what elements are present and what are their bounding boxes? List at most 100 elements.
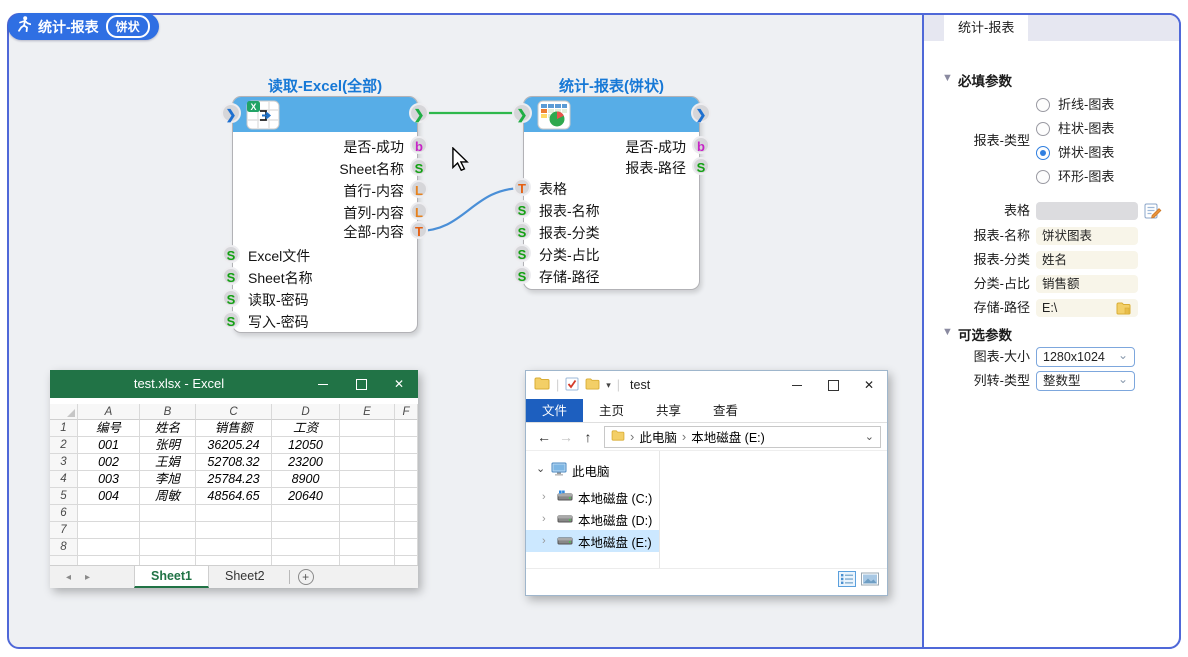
cell[interactable]: 周敏 [140,488,196,505]
cell[interactable] [340,420,395,437]
add-sheet-icon[interactable] [298,569,314,585]
properties-check-icon[interactable] [565,377,579,394]
tab-view[interactable]: 查看 [697,399,754,422]
cell[interactable]: 36205.24 [196,437,272,454]
chevron-right-icon[interactable] [542,535,552,547]
chevron-right-icon[interactable] [542,491,552,503]
address-dropdown-icon[interactable] [865,430,874,443]
row-number[interactable]: 5 [50,488,78,505]
address-box[interactable]: 此电脑 本地磁盘 (E:) [604,426,881,448]
cell[interactable] [340,505,395,522]
radio-label[interactable]: 折线-图表 [1058,95,1114,115]
cell[interactable] [395,420,418,437]
cell[interactable]: 李旭 [140,471,196,488]
input-port[interactable]: S [222,245,240,263]
column-header[interactable]: F [395,404,418,420]
up-icon[interactable]: ↑ [578,429,598,445]
cell[interactable]: 23200 [272,454,340,471]
minimize-button[interactable] [779,371,815,399]
tree-label[interactable]: 此电脑 [572,461,610,480]
row-number[interactable]: 2 [50,437,78,454]
collapse-triangle-icon[interactable]: ▼ [942,326,953,338]
input-port[interactable]: S [513,266,531,284]
cell[interactable]: 编号 [78,420,140,437]
cell[interactable] [78,505,140,522]
report-category-input[interactable]: 姓名 [1036,251,1138,269]
cell[interactable] [140,522,196,539]
tab-file[interactable]: 文件 [526,399,583,422]
back-icon[interactable]: ← [534,429,554,445]
cell[interactable] [340,539,395,556]
column-header[interactable]: E [340,404,395,420]
folder-picker-icon[interactable] [1116,301,1131,321]
cell[interactable] [140,556,196,565]
flow-breadcrumb-badge[interactable]: 统计-报表 饼状 [8,13,159,40]
cell[interactable]: 销售额 [196,420,272,437]
cell[interactable] [340,488,395,505]
cell[interactable] [395,556,418,565]
cell[interactable] [340,454,395,471]
report-name-input[interactable]: 饼状图表 [1036,227,1138,245]
output-port[interactable]: b [692,136,710,154]
cell[interactable]: 王娟 [140,454,196,471]
cell[interactable]: 002 [78,454,140,471]
input-port[interactable]: S [222,267,240,285]
cell[interactable]: 52708.32 [196,454,272,471]
cell[interactable]: 张明 [140,437,196,454]
cell[interactable] [340,556,395,565]
exec-out-port-icon[interactable] [409,103,429,123]
sheet-prev-icon[interactable] [66,572,71,583]
cell[interactable]: 004 [78,488,140,505]
cell[interactable] [78,556,140,565]
column-header[interactable]: C [196,404,272,420]
output-port[interactable]: S [410,158,428,176]
optional-section-header[interactable]: 可选参数 [958,324,1012,344]
column-header[interactable]: B [140,404,196,420]
cell[interactable]: 001 [78,437,140,454]
row-number[interactable]: 8 [50,539,78,556]
qat-dropdown-icon[interactable]: ▾ [606,380,611,391]
row-number[interactable]: 6 [50,505,78,522]
output-port[interactable]: L [410,180,428,198]
cell[interactable] [78,539,140,556]
cell[interactable] [340,522,395,539]
input-port[interactable]: S [513,244,531,262]
column-header[interactable]: D [272,404,340,420]
minimize-button[interactable] [304,370,342,398]
sheet-next-icon[interactable] [85,572,90,583]
close-button[interactable] [851,371,887,399]
cell[interactable] [140,505,196,522]
breadcrumb-drive-e[interactable]: 本地磁盘 (E:) [691,427,765,446]
sheet-tab-2[interactable]: Sheet2 [209,566,281,588]
row-number[interactable]: 7 [50,522,78,539]
cell[interactable] [395,454,418,471]
cell[interactable] [395,488,418,505]
cell[interactable] [272,539,340,556]
tree-label[interactable]: 本地磁盘 (C:) [578,488,652,507]
cell[interactable]: 20640 [272,488,340,505]
chevron-down-icon[interactable] [536,464,546,477]
exec-out-port-icon[interactable] [691,103,711,123]
cell[interactable] [395,471,418,488]
cell[interactable] [78,522,140,539]
column-type-select[interactable]: 整数型 [1036,371,1135,391]
exec-in-port-icon[interactable] [512,103,532,123]
select-all-corner[interactable] [50,404,78,420]
output-port[interactable]: b [410,136,428,154]
tree-label[interactable]: 本地磁盘 (D:) [578,510,652,529]
cell[interactable] [196,539,272,556]
radio-label[interactable]: 环形-图表 [1058,167,1114,187]
cell[interactable] [140,539,196,556]
cell[interactable] [272,505,340,522]
radio-bar-chart[interactable] [1036,122,1050,136]
tree-item-drive-d[interactable]: 本地磁盘 (D:) [526,508,659,530]
new-folder-icon[interactable] [585,378,600,393]
input-port[interactable]: S [222,311,240,329]
cell[interactable] [395,437,418,454]
exec-in-port-icon[interactable] [221,103,241,123]
cell[interactable]: 工资 [272,420,340,437]
radio-label[interactable]: 饼状-图表 [1058,143,1114,163]
chevron-right-icon[interactable] [542,513,552,525]
input-port[interactable]: S [513,200,531,218]
cell[interactable] [395,539,418,556]
